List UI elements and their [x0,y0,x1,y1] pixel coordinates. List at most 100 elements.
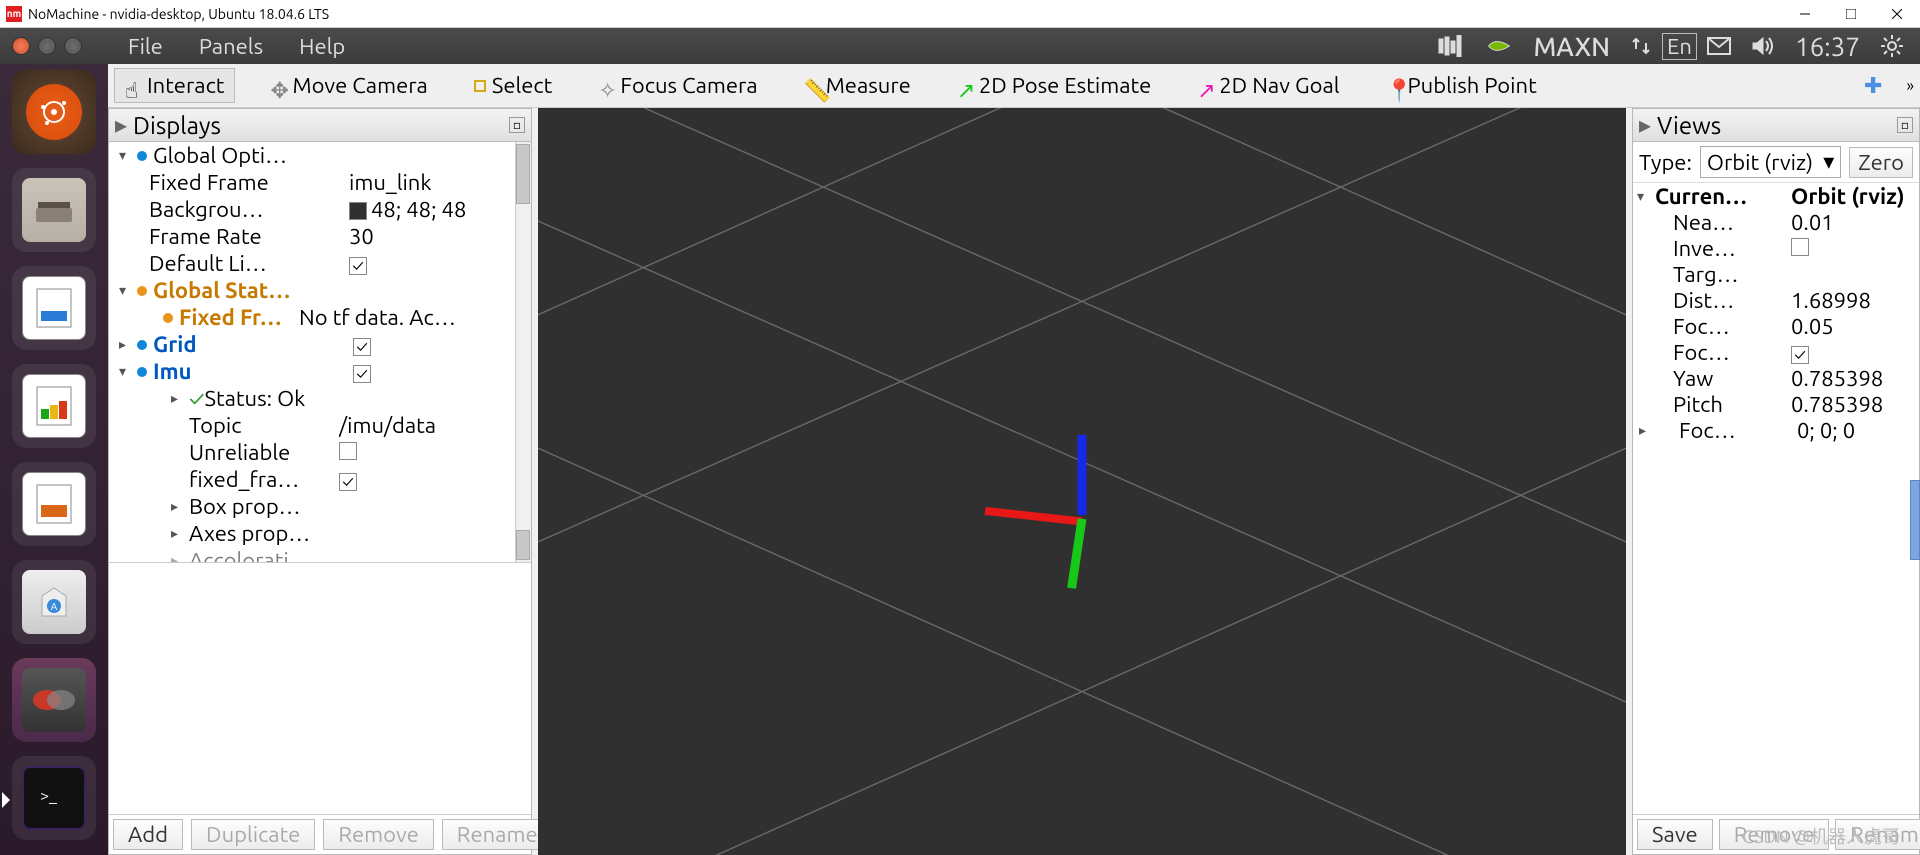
select-icon [474,80,486,92]
tree-default-light[interactable]: Default Li…✓ [109,250,531,277]
workspace: ▸ Displays ▫ ▾Global Opti… Fixed Frameim… [108,108,1920,855]
svg-text:A: A [51,601,58,612]
tree-imu-axes-prop[interactable]: ▸Axes prop… [109,520,531,547]
move-camera-icon: ✥ [270,78,286,94]
panel-close-icon[interactable]: ▫ [509,117,525,133]
window-minimize-button[interactable] [38,37,56,55]
views-title-bar[interactable]: ▸ Views ▫ [1633,109,1919,142]
panel-close-icon[interactable]: ▫ [1897,117,1913,133]
views-row[interactable]: Yaw0.785398 [1633,365,1919,391]
tree-frame-rate[interactable]: Frame Rate30 [109,223,531,250]
displays-description [109,562,531,814]
tree-imu[interactable]: ▾Imu✓ [109,358,531,385]
tool-2d-nav-label: 2D Nav Goal [1219,73,1339,98]
rviz-toolbar: ☝Interact ✥Move Camera Select ✧ Focus Cam… [108,64,1920,108]
launcher-writer[interactable] [12,266,96,350]
launcher-calc[interactable] [12,364,96,448]
nav-icon: ↗ [1197,78,1213,94]
launcher-software[interactable]: A [12,560,96,644]
focus-icon: ✧ [598,78,614,94]
tool-select[interactable]: Select [463,68,563,103]
toolbar-overflow-icon[interactable]: » [1906,77,1914,95]
tool-focus-camera[interactable]: ✧ Focus Camera [587,68,768,103]
launcher-terminal[interactable]: >_ [12,756,96,840]
displays-title: Displays [133,112,221,139]
views-tree[interactable]: ▾Curren…Orbit (rviz) Nea…0.01Inve…Targ…D… [1633,183,1919,814]
views-save-button[interactable]: Save [1637,819,1713,850]
host-close-button[interactable] [1874,0,1920,28]
tree-imu-unreliable[interactable]: Unreliable [109,439,531,466]
launcher-files[interactable] [12,168,96,252]
rename-button[interactable]: Rename [442,819,553,850]
3d-viewport[interactable] [538,108,1626,855]
tool-move-camera[interactable]: ✥Move Camera [259,68,438,103]
tree-global-status[interactable]: ▾Global Stat… [109,277,531,304]
tree-scrollbar[interactable] [515,142,531,562]
collapse-icon[interactable]: ▸ [115,111,127,139]
collapse-icon[interactable]: ▸ [1639,111,1651,139]
tree-imu-box-prop[interactable]: ▸Box prop… [109,493,531,520]
clock-indicator[interactable]: 16:37 [1785,32,1870,61]
tree-imu-topic[interactable]: Topic/imu/data [109,412,531,439]
sound-icon[interactable] [1741,35,1785,57]
tree-fixed-frame[interactable]: Fixed Frameimu_link [109,169,531,196]
tool-interact[interactable]: ☝Interact [114,68,235,103]
tool-focus-camera-label: Focus Camera [620,73,757,98]
tree-background[interactable]: Backgrou…48; 48; 48 [109,196,531,223]
interact-icon: ☝ [125,78,141,94]
tool-2d-pose[interactable]: ↗2D Pose Estimate [946,68,1162,103]
zero-button[interactable]: Zero [1849,147,1913,178]
tree-imu-fixed-fra[interactable]: fixed_fra…✓ [109,466,531,493]
tool-2d-nav[interactable]: ↗ 2D Nav Goal [1186,68,1350,103]
tree-global-options[interactable]: ▾Global Opti… [109,142,531,169]
type-combo[interactable]: Orbit (rviz)▾ [1700,146,1841,178]
tool-measure-label: Measure [826,73,911,98]
host-maximize-button[interactable] [1828,0,1874,28]
host-minimize-button[interactable] [1782,0,1828,28]
tool-select-label: Select [492,73,552,98]
tool-publish-point[interactable]: 📍Publish Point [1375,68,1548,103]
launcher-dash[interactable] [12,70,96,154]
nvidia-icon[interactable] [1475,35,1523,57]
type-label: Type: [1639,150,1692,175]
displays-tree[interactable]: ▾Global Opti… Fixed Frameimu_link Backgr… [109,142,531,562]
gear-icon[interactable] [1870,34,1914,58]
indicator-jetson-icon[interactable] [1427,35,1475,57]
remote-side-scrollbar[interactable] [1910,480,1920,560]
launcher-settings[interactable] [12,658,96,742]
views-row[interactable]: Inve… [1633,235,1919,261]
views-row[interactable]: Foc…0.05 [1633,313,1919,339]
mail-icon[interactable] [1697,37,1741,55]
add-tool-icon[interactable]: ✚ [1864,73,1882,99]
tool-2d-pose-label: 2D Pose Estimate [979,73,1151,98]
displays-title-bar[interactable]: ▸ Displays ▫ [109,109,531,142]
tree-grid[interactable]: ▸Grid✓ [109,331,531,358]
power-mode-indicator[interactable]: MAXN [1523,32,1620,61]
tree-imu-status[interactable]: ▸✓ Status: Ok [109,385,531,412]
views-current[interactable]: ▾Curren…Orbit (rviz) [1633,183,1919,209]
remove-button[interactable]: Remove [323,819,433,850]
network-icon[interactable] [1620,35,1662,57]
window-close-button[interactable] [12,37,30,55]
language-indicator[interactable]: En [1662,33,1697,60]
svg-text:>_: >_ [40,787,57,805]
views-row[interactable]: ▸Foc…0; 0; 0 [1633,417,1919,443]
views-row[interactable]: Foc…✓ [1633,339,1919,365]
displays-panel: ▸ Displays ▫ ▾Global Opti… Fixed Frameim… [108,108,532,855]
views-panel: ▸ Views ▫ Type: Orbit (rviz)▾ Zero ▾Curr… [1632,108,1920,855]
launcher-impress[interactable] [12,462,96,546]
tool-measure[interactable]: 📏Measure [793,68,922,103]
menu-panels[interactable]: Panels [181,34,281,59]
views-row[interactable]: Targ… [1633,261,1919,287]
duplicate-button[interactable]: Duplicate [191,819,315,850]
window-maximize-button[interactable] [64,37,82,55]
views-row[interactable]: Dist…1.68998 [1633,287,1919,313]
chevron-down-icon: ▾ [1823,149,1834,175]
tree-status-fixed-frame[interactable]: Fixed Fr…No tf data. Ac… [109,304,531,331]
tree-imu-accel[interactable]: ▸Accolorati [109,547,531,562]
menu-file[interactable]: File [110,34,181,59]
add-button[interactable]: Add [113,819,183,850]
views-row[interactable]: Pitch0.785398 [1633,391,1919,417]
menu-help[interactable]: Help [281,34,363,59]
views-row[interactable]: Nea…0.01 [1633,209,1919,235]
